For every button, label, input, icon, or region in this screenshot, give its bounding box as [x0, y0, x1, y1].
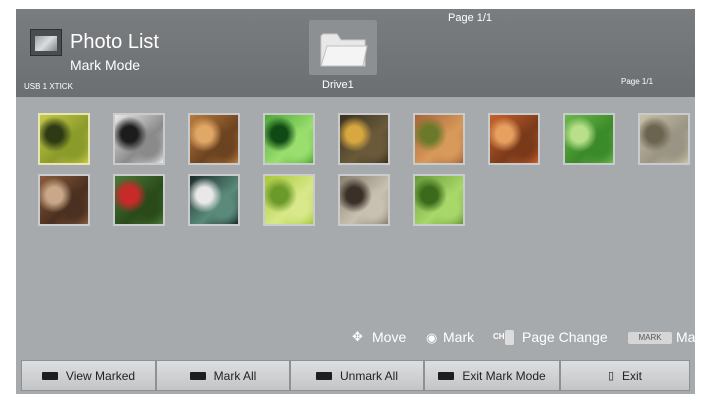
exit-mark-mode-button[interactable]: Exit Mark Mode	[424, 360, 560, 391]
photo-thumbnail[interactable]	[638, 113, 690, 165]
unmark-all-button[interactable]: Unmark All	[290, 360, 424, 391]
header-bar: Photo List Mark Mode USB 1 XTICK Drive1 …	[16, 9, 695, 97]
hint-mark: Mark	[443, 329, 475, 345]
photo-thumbnail[interactable]	[188, 113, 240, 165]
view-marked-label: View Marked	[65, 368, 136, 383]
photo-thumbnail[interactable]	[338, 174, 390, 226]
unmark-all-label: Unmark All	[339, 368, 398, 383]
view-marked-button[interactable]: View Marked	[21, 360, 156, 391]
blue-key-icon	[438, 371, 455, 380]
red-key-icon	[41, 371, 58, 380]
green-key-icon	[189, 371, 206, 380]
photo-app-icon	[30, 29, 62, 56]
page-title: Photo List	[70, 31, 159, 53]
photo-thumbnail[interactable]	[488, 113, 540, 165]
exit-icon: ▯	[607, 370, 615, 382]
ch-key-label: CH	[493, 332, 505, 341]
exit-button[interactable]: ▯ Exit	[560, 360, 690, 391]
hint-mark-key: Mark	[676, 329, 695, 345]
hint-move: Move	[372, 329, 407, 345]
hint-page-change: Page Change	[522, 329, 608, 345]
photo-thumbnail[interactable]	[263, 174, 315, 226]
folder-icon	[320, 33, 368, 67]
photo-thumbnail[interactable]	[113, 113, 165, 165]
photo-thumbnail[interactable]	[413, 113, 465, 165]
page-indicator-top: Page 1/1	[448, 12, 493, 24]
photo-thumbnail[interactable]	[113, 174, 165, 226]
photo-thumbnail[interactable]	[338, 113, 390, 165]
mark-key-icon: MARK	[628, 332, 672, 344]
ch-key-icon	[505, 330, 514, 345]
mode-label: Mark Mode	[70, 57, 141, 73]
photo-thumbnail[interactable]	[413, 174, 465, 226]
move-arrows-icon: ✥	[352, 329, 363, 344]
exit-mark-mode-label: Exit Mark Mode	[462, 368, 546, 383]
photo-thumbnail[interactable]	[563, 113, 615, 165]
device-label: USB 1 XTICK	[24, 82, 73, 91]
ok-button-icon: ◉	[426, 330, 438, 345]
photo-thumbnail[interactable]	[188, 174, 240, 226]
mark-all-label: Mark All	[213, 368, 257, 383]
photo-list-screen: Photo List Mark Mode USB 1 XTICK Drive1 …	[16, 9, 695, 394]
drive-label: Drive1	[322, 79, 354, 91]
drive-folder-button[interactable]	[309, 20, 377, 75]
mark-all-button[interactable]: Mark All	[156, 360, 290, 391]
photo-thumbnail[interactable]	[263, 113, 315, 165]
photo-thumbnail[interactable]	[38, 113, 90, 165]
exit-label: Exit	[622, 368, 643, 383]
button-bar: View Marked Mark All Unmark All Exit Mar…	[21, 360, 690, 391]
page-indicator-right: Page 1/1	[621, 77, 654, 86]
yellow-key-icon	[315, 371, 332, 380]
photo-thumbnail[interactable]	[38, 174, 90, 226]
